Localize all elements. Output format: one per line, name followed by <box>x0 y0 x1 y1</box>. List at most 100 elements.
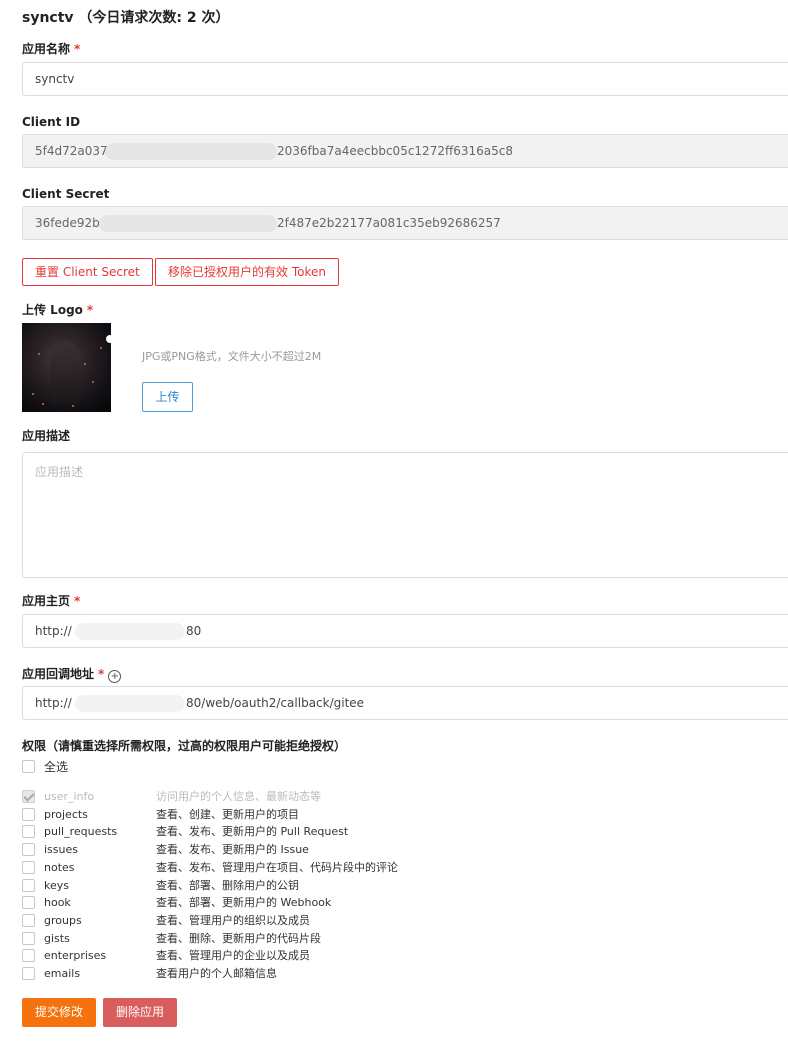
permission-checkbox-wrap <box>22 790 35 803</box>
permission-name[interactable]: enterprises <box>44 949 106 963</box>
permission-name[interactable]: hook <box>44 896 71 910</box>
permission-checkbox-hook[interactable] <box>22 896 35 909</box>
delete-app-button[interactable]: 删除应用 <box>103 998 177 1027</box>
client-id-prefix: 5f4d72a037 <box>35 144 108 158</box>
permission-description: 查看用户的个人邮箱信息 <box>156 967 277 980</box>
logo-label: 上传 Logo * <box>22 302 93 318</box>
permission-checkbox-enterprises[interactable] <box>22 949 35 962</box>
callback-label: 应用回调地址 * + <box>22 666 122 683</box>
permission-name: user_info <box>44 790 95 803</box>
permission-name[interactable]: gists <box>44 932 70 946</box>
client-secret-suffix: 2f487e2b22177a081c35eb92686257 <box>277 216 501 230</box>
description-textarea[interactable]: 应用描述 <box>22 452 788 578</box>
logo-hint: JPG或PNG格式，文件大小不超过2M <box>142 350 322 363</box>
permission-checkbox-wrap <box>22 949 35 962</box>
spark <box>42 403 44 405</box>
add-callback-icon[interactable]: + <box>108 670 122 683</box>
permission-description: 查看、管理用户的组织以及成员 <box>156 914 310 927</box>
logo-image <box>22 323 111 412</box>
permission-checkbox-wrap <box>22 914 35 927</box>
permission-name[interactable]: emails <box>44 967 80 981</box>
client-id-suffix: 2036fba7a4eecbbc05c1272ff6316a5c8 <box>277 144 513 158</box>
permission-checkbox-pull-requests[interactable] <box>22 825 35 838</box>
app-name-input[interactable]: synctv <box>22 62 788 96</box>
permission-checkbox-wrap <box>22 896 35 909</box>
callback-suffix: 80/web/oauth2/callback/gitee <box>186 696 365 710</box>
required-mark: * <box>74 594 81 608</box>
app-name-label: 应用名称 * <box>22 41 80 57</box>
description-label: 应用描述 <box>22 429 71 443</box>
callback-label-text: 应用回调地址 <box>22 667 95 681</box>
spark <box>38 353 40 355</box>
homepage-suffix: 80 <box>186 624 202 638</box>
permission-checkbox-keys[interactable] <box>22 879 35 892</box>
permission-checkbox-wrap <box>22 861 35 874</box>
permission-description: 查看、创建、更新用户的项目 <box>156 808 299 821</box>
permission-checkbox-issues[interactable] <box>22 843 35 856</box>
required-mark: * <box>74 42 81 56</box>
permission-checkbox-wrap <box>22 932 35 945</box>
logo-figure <box>50 341 80 403</box>
page-title: synctv （今日请求次数: 2 次） <box>22 10 230 26</box>
permission-description: 查看、发布、管理用户在项目、代码片段中的评论 <box>156 861 398 874</box>
required-mark: * <box>98 667 105 681</box>
permission-description: 查看、删除、更新用户的代码片段 <box>156 932 321 945</box>
client-secret-label: Client Secret <box>22 187 110 201</box>
permission-checkbox-wrap <box>22 843 35 856</box>
select-all-checkbox[interactable] <box>22 760 35 773</box>
permission-description: 查看、部署、删除用户的公钥 <box>156 879 299 892</box>
permission-checkbox-wrap <box>22 879 35 892</box>
permission-checkbox-gists[interactable] <box>22 932 35 945</box>
permission-description: 查看、发布、更新用户的 Pull Request <box>156 825 349 838</box>
logo-edge-dot <box>106 335 111 343</box>
homepage-input[interactable]: http:// 80 <box>22 614 788 648</box>
upload-button[interactable]: 上传 <box>142 382 193 412</box>
permission-name[interactable]: groups <box>44 914 82 928</box>
permission-description: 查看、管理用户的企业以及成员 <box>156 949 310 962</box>
revoke-tokens-button[interactable]: 移除已授权用户的有效 Token <box>155 258 339 286</box>
spark <box>72 405 74 407</box>
callback-prefix: http:// <box>35 696 72 710</box>
spark <box>32 393 34 395</box>
redaction-mask <box>75 695 185 712</box>
redaction-mask <box>105 143 277 160</box>
permission-name[interactable]: pull_requests <box>44 825 117 839</box>
client-id-field[interactable]: 5f4d72a037 2036fba7a4eecbbc05c1272ff6316… <box>22 134 788 168</box>
permission-checkbox-wrap <box>22 825 35 838</box>
permission-name[interactable]: projects <box>44 808 88 822</box>
permission-checkbox-wrap <box>22 808 35 821</box>
reset-secret-button[interactable]: 重置 Client Secret <box>22 258 153 286</box>
callback-input[interactable]: http:// 80/web/oauth2/callback/gitee <box>22 686 788 720</box>
homepage-label: 应用主页 * <box>22 593 80 609</box>
submit-button[interactable]: 提交修改 <box>22 998 96 1027</box>
permission-checkbox-projects[interactable] <box>22 808 35 821</box>
select-all-row[interactable] <box>22 760 35 773</box>
redaction-mask <box>75 623 185 640</box>
spark <box>84 363 86 365</box>
permission-checkbox-groups[interactable] <box>22 914 35 927</box>
spark <box>100 347 102 349</box>
permission-checkbox-notes[interactable] <box>22 861 35 874</box>
permission-name[interactable]: issues <box>44 843 78 857</box>
permission-description: 查看、发布、更新用户的 Issue <box>156 843 309 856</box>
app-name-value: synctv <box>35 72 75 86</box>
permission-name[interactable]: notes <box>44 861 75 875</box>
permissions-label: 权限（请慎重选择所需权限，过高的权限用户可能拒绝授权） <box>22 739 347 753</box>
permission-description: 查看、部署、更新用户的 Webhook <box>156 896 332 909</box>
app-name-label-text: 应用名称 <box>22 42 71 56</box>
permission-checkbox-user-info <box>22 790 35 803</box>
logo-label-text: 上传 Logo <box>22 303 83 317</box>
homepage-prefix: http:// <box>35 624 72 638</box>
spark <box>92 381 94 383</box>
client-secret-prefix: 36fede92b <box>35 216 100 230</box>
required-mark: * <box>86 303 94 317</box>
client-id-label: Client ID <box>22 115 81 129</box>
select-all-label[interactable]: 全选 <box>44 760 68 774</box>
homepage-label-text: 应用主页 <box>22 594 71 608</box>
description-placeholder: 应用描述 <box>35 465 84 479</box>
redaction-mask <box>99 215 277 232</box>
permission-name[interactable]: keys <box>44 879 69 893</box>
client-secret-field[interactable]: 36fede92b 2f487e2b22177a081c35eb92686257 <box>22 206 788 240</box>
permission-description: 访问用户的个人信息、最新动态等 <box>156 790 321 803</box>
permission-checkbox-emails[interactable] <box>22 967 35 980</box>
